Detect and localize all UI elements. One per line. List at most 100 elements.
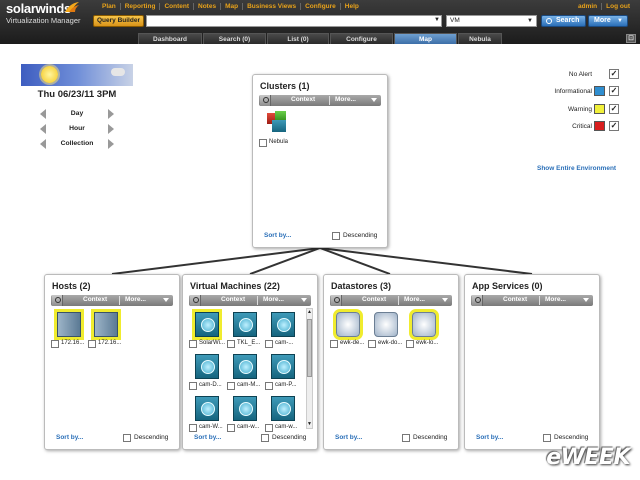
chevron-down-icon[interactable] — [583, 298, 589, 302]
arrow-right-icon[interactable] — [108, 124, 114, 134]
search-button[interactable]: Search — [541, 15, 586, 27]
scope-select[interactable]: VM ▼ — [446, 15, 537, 27]
vm-item[interactable]: cam-... — [265, 312, 302, 352]
item-checkbox[interactable] — [330, 340, 338, 348]
item-checkbox[interactable] — [259, 139, 267, 147]
search-icon[interactable] — [331, 295, 342, 306]
descending-checkbox[interactable] — [123, 434, 131, 442]
context-menu[interactable]: Context — [83, 296, 107, 303]
datastore-item[interactable]: ewk-lo... — [406, 309, 443, 352]
sort-by-link[interactable]: Sort by... — [194, 434, 221, 441]
item-checkbox[interactable] — [189, 340, 197, 348]
datastore-item[interactable]: ewk-do... — [368, 312, 405, 352]
descending-checkbox[interactable] — [402, 434, 410, 442]
descending-checkbox[interactable] — [543, 434, 551, 442]
menu-content[interactable]: Content — [160, 3, 194, 10]
more-menu[interactable]: More... — [125, 296, 146, 303]
tab-search[interactable]: Search (0) — [203, 33, 266, 44]
datastore-item[interactable]: ewk-de... — [330, 309, 367, 352]
context-menu[interactable]: Context — [362, 296, 386, 303]
arrow-left-icon[interactable] — [40, 109, 46, 119]
query-builder-button[interactable]: Query Builder — [93, 15, 144, 27]
vm-item[interactable]: SolarWi... — [189, 309, 226, 352]
chevron-down-icon[interactable] — [163, 298, 169, 302]
item-checkbox[interactable] — [51, 340, 59, 348]
search-icon[interactable] — [260, 95, 271, 106]
arrow-right-icon[interactable] — [108, 139, 114, 149]
menu-map[interactable]: Map — [221, 3, 244, 10]
vm-item[interactable]: TKL_E... — [227, 312, 264, 352]
host-item[interactable]: 172.16... — [51, 309, 88, 352]
descending-checkbox[interactable] — [261, 434, 269, 442]
tab-configure[interactable]: Configure — [330, 33, 393, 44]
legend-checkbox[interactable]: ✓ — [609, 104, 619, 114]
vm-item[interactable]: cam-P... — [265, 354, 302, 394]
chevron-down-icon[interactable] — [301, 298, 307, 302]
legend-checkbox[interactable]: ✓ — [609, 86, 619, 96]
menu-configure[interactable]: Configure — [301, 3, 341, 10]
show-environment-link[interactable]: Show Entire Environment — [537, 165, 616, 172]
descending-checkbox[interactable] — [332, 232, 340, 240]
scroll-down-icon[interactable]: ▼ — [307, 421, 312, 428]
search-icon[interactable] — [52, 295, 63, 306]
chevron-down-icon[interactable] — [442, 298, 448, 302]
item-checkbox[interactable] — [265, 340, 273, 348]
context-menu[interactable]: Context — [291, 96, 315, 103]
admin-link[interactable]: admin — [574, 3, 603, 10]
arrow-right-icon[interactable] — [108, 109, 114, 119]
item-checkbox[interactable] — [189, 424, 197, 432]
vm-item[interactable]: cam-M... — [227, 354, 264, 394]
context-menu[interactable]: Context — [221, 296, 245, 303]
server-icon — [54, 309, 84, 340]
more-button-label: More — [594, 17, 611, 24]
tab-dashboard[interactable]: Dashboard — [138, 33, 202, 44]
tab-list[interactable]: List (0) — [267, 33, 329, 44]
tab-nebula[interactable]: Nebula — [458, 33, 502, 44]
item-checkbox[interactable] — [227, 424, 235, 432]
cluster-item[interactable]: Nebula — [259, 111, 319, 151]
menu-reporting[interactable]: Reporting — [121, 3, 161, 10]
scroll-up-icon[interactable]: ▲ — [307, 309, 312, 316]
vm-item[interactable]: cam-D... — [189, 354, 226, 394]
item-checkbox[interactable] — [227, 382, 235, 390]
more-button[interactable]: More ▼ — [588, 15, 628, 27]
legend-checkbox[interactable]: ✓ — [609, 69, 619, 79]
item-checkbox[interactable] — [227, 340, 235, 348]
vm-item[interactable]: cam-W... — [189, 396, 226, 432]
host-item[interactable]: 172.16... — [88, 309, 125, 352]
pin-icon[interactable]: ⊡ — [626, 34, 636, 43]
item-checkbox[interactable] — [189, 382, 197, 390]
sort-by-link[interactable]: Sort by... — [335, 434, 362, 441]
chevron-down-icon[interactable] — [371, 98, 377, 102]
more-menu[interactable]: More... — [335, 96, 356, 103]
arrow-left-icon[interactable] — [40, 139, 46, 149]
scrollbar-thumb[interactable] — [307, 319, 312, 377]
menu-plan[interactable]: Plan — [98, 3, 121, 10]
search-icon[interactable] — [472, 295, 483, 306]
more-menu[interactable]: More... — [263, 296, 284, 303]
item-checkbox[interactable] — [265, 424, 273, 432]
sort-by-link[interactable]: Sort by... — [56, 434, 83, 441]
more-menu[interactable]: More... — [545, 296, 566, 303]
legend-checkbox[interactable]: ✓ — [609, 121, 619, 131]
search-icon[interactable] — [190, 295, 201, 306]
menu-notes[interactable]: Notes — [194, 3, 222, 10]
item-checkbox[interactable] — [406, 340, 414, 348]
item-checkbox[interactable] — [88, 340, 96, 348]
arrow-left-icon[interactable] — [40, 124, 46, 134]
vm-item[interactable]: cam-w... — [227, 396, 264, 432]
item-checkbox[interactable] — [368, 340, 376, 348]
item-checkbox[interactable] — [265, 382, 273, 390]
context-menu[interactable]: Context — [503, 296, 527, 303]
search-dropdown-icon[interactable]: ▼ — [434, 17, 440, 23]
logout-link[interactable]: Log out — [602, 3, 634, 10]
menu-business-views[interactable]: Business Views — [243, 3, 302, 10]
vertical-scrollbar[interactable]: ▲ ▼ — [306, 308, 313, 429]
vm-item[interactable]: cam-w... — [265, 396, 302, 432]
tab-map[interactable]: Map — [394, 33, 457, 44]
more-menu[interactable]: More... — [404, 296, 425, 303]
search-input[interactable] — [146, 15, 442, 27]
sort-by-link[interactable]: Sort by... — [476, 434, 503, 441]
menu-help[interactable]: Help — [341, 3, 363, 10]
sort-by-link[interactable]: Sort by... — [264, 232, 291, 239]
